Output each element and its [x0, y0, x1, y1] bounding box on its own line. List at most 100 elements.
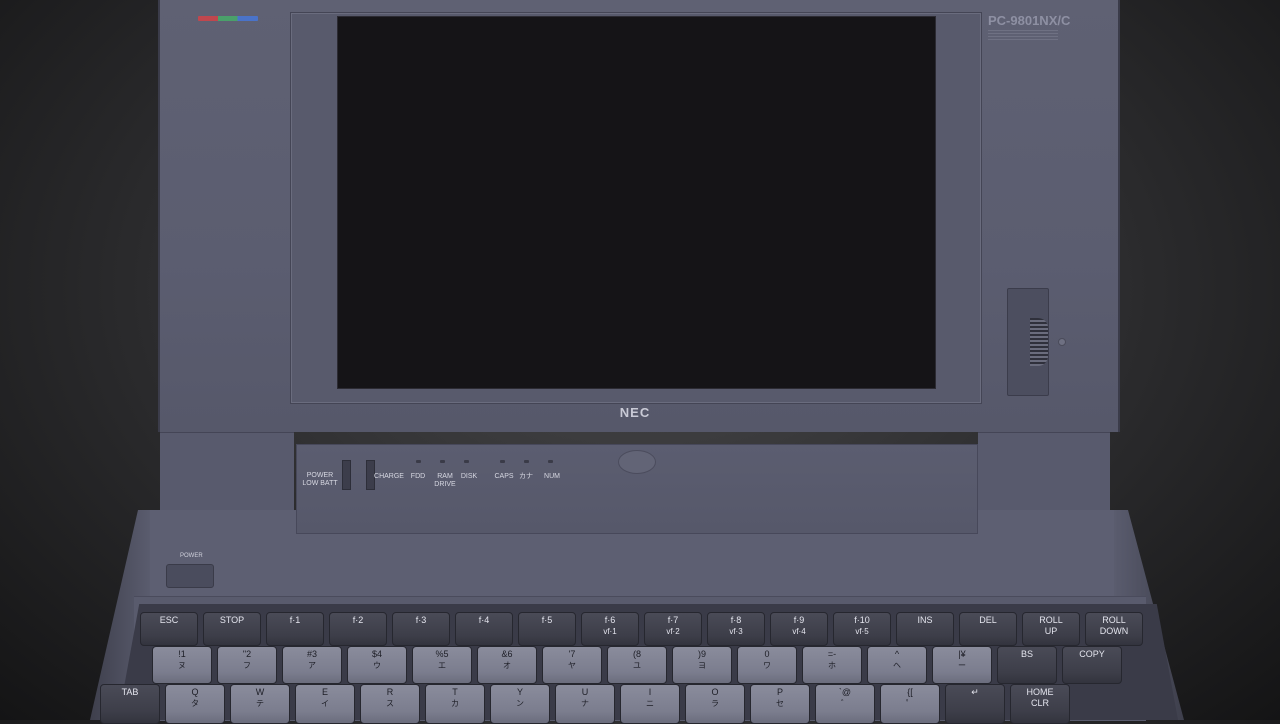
key-label: %5 [435, 649, 449, 659]
key-row_q-8[interactable]: Iニ [620, 684, 680, 724]
key-row_q-10[interactable]: Pセ [750, 684, 810, 724]
key-row_q-9[interactable]: Oラ [685, 684, 745, 724]
power-button[interactable] [166, 564, 214, 588]
key-row_function-9[interactable]: f·8 vf·3 [707, 612, 765, 646]
key-sublabel: ヌ [178, 661, 186, 670]
hinge-left [160, 432, 294, 511]
key-row_number-2[interactable]: #3 ア [282, 646, 342, 684]
key-label: ^ [894, 649, 900, 659]
key-row_function-10[interactable]: f·9 vf·4 [770, 612, 828, 646]
key-row_q-0[interactable]: TAB [100, 684, 160, 724]
key-label: I [648, 687, 652, 697]
key-label: INS [917, 615, 933, 625]
key-label: &6 [501, 649, 513, 659]
key-row_function-11[interactable]: f·10 vf·5 [833, 612, 891, 646]
hinge-right [978, 432, 1110, 511]
indicator-num: NUM [544, 473, 560, 480]
contrast-dial[interactable] [1030, 318, 1048, 366]
switch-1[interactable] [342, 460, 351, 490]
key-row_q-14[interactable]: HOME CLR [1010, 684, 1070, 724]
key-row_number-3[interactable]: $4 ウ [347, 646, 407, 684]
key-row_q-4[interactable]: Rス [360, 684, 420, 724]
key-row_function-1[interactable]: STOP [203, 612, 261, 646]
key-label: "2 [242, 649, 252, 659]
power-button-label: POWER [180, 553, 203, 559]
key-label: f·1 [289, 615, 301, 625]
key-label: =- [827, 649, 837, 659]
key-row_number-11[interactable]: ^ ヘ [867, 646, 927, 684]
key-row_number-5[interactable]: &6 オ [477, 646, 537, 684]
key-row_number-4[interactable]: %5 エ [412, 646, 472, 684]
key-row_function-7[interactable]: f·6 vf·1 [581, 612, 639, 646]
key-row_function-2[interactable]: f·1 [266, 612, 324, 646]
indicator-dot [1058, 338, 1066, 346]
model-fine-print [988, 30, 1058, 40]
key-row_number-12[interactable]: |¥ ー [932, 646, 992, 684]
key-sublabel: フ [243, 661, 251, 670]
key-label: ESC [159, 615, 179, 625]
key-row_function-3[interactable]: f·2 [329, 612, 387, 646]
key-label: DEL [979, 615, 997, 625]
key-sublabel: ヨ [698, 661, 706, 670]
key-row_number-6[interactable]: '7 ヤ [542, 646, 602, 684]
key-row_number-13[interactable]: BS [997, 646, 1057, 684]
key-row_number-14[interactable]: COPY [1062, 646, 1122, 684]
indicator-power-low-batt: POWER LOW BATT [302, 472, 338, 487]
key-sublabel: ウ [373, 661, 381, 670]
key-row_function-6[interactable]: f·5 [518, 612, 576, 646]
key-sublabel: vf·1 [603, 627, 617, 636]
indicator-kana: カナ [519, 473, 533, 480]
key-row_q-3[interactable]: Eイ [295, 684, 355, 724]
key-row_q-6[interactable]: Yン [490, 684, 550, 724]
key-label: f·6 [604, 615, 616, 625]
key-label: W [255, 687, 265, 697]
key-row_number-10[interactable]: =- ホ [802, 646, 862, 684]
key-row_function-12[interactable]: INS [896, 612, 954, 646]
key-row_number-8[interactable]: )9 ヨ [672, 646, 732, 684]
led-fdd [416, 460, 421, 463]
key-row_number-9[interactable]: 0ワ [737, 646, 797, 684]
led-num [548, 460, 553, 463]
key-label: f·3 [415, 615, 427, 625]
key-label: )9 [697, 649, 706, 659]
brand-logo: NEC [619, 405, 651, 420]
key-label: f·8 [730, 615, 742, 625]
model-label: PC-9801NX/C [988, 13, 1106, 43]
key-row_function-15[interactable]: ROLL DOWN [1085, 612, 1143, 646]
key-sublabel: ニ [646, 699, 654, 708]
key-sublabel: ラ [711, 699, 719, 708]
key-sublabel: テ [256, 699, 264, 708]
key-row_function-8[interactable]: f·7 vf·2 [644, 612, 702, 646]
key-row_q-7[interactable]: Uナ [555, 684, 615, 724]
key-label: f·2 [352, 615, 364, 625]
key-row_q-13[interactable]: ↵ [945, 684, 1005, 724]
indicator-ram-drive: RAM DRIVE [434, 473, 456, 488]
key-sublabel: ホ [828, 661, 836, 670]
key-label: f·9 [793, 615, 805, 625]
key-sublabel: ヘ [893, 661, 901, 670]
key-row_number-7[interactable]: (8 ユ [607, 646, 667, 684]
key-row_q-12[interactable]: {[゜ [880, 684, 940, 724]
indicator-fdd: FDD [410, 473, 426, 480]
key-row_q-1[interactable]: Qタ [165, 684, 225, 724]
key-row_number-0[interactable]: !1 ヌ [152, 646, 212, 684]
key-sublabel: オ [503, 661, 511, 670]
lid-latch[interactable] [618, 450, 656, 474]
key-row_number-1[interactable]: "2 フ [217, 646, 277, 684]
key-row_q-11[interactable]: `@ ゛ [815, 684, 875, 724]
key-row_q-2[interactable]: Wテ [230, 684, 290, 724]
key-row_function-13[interactable]: DEL [959, 612, 1017, 646]
key-row_q-5[interactable]: Tカ [425, 684, 485, 724]
key-label: `@ [838, 687, 852, 697]
key-row_function-5[interactable]: f·4 [455, 612, 513, 646]
nec-laptop: PC-9801NX/C NEC POWER LOW BATT CHARGE FD… [0, 0, 1280, 724]
key-label: STOP [219, 615, 245, 625]
key-label: P [776, 687, 783, 697]
key-row_function-4[interactable]: f·3 [392, 612, 450, 646]
key-row_function-0[interactable]: ESC [140, 612, 198, 646]
key-sublabel: タ [191, 699, 199, 708]
key-sublabel: vf·2 [666, 627, 680, 636]
key-sublabel: セ [776, 699, 784, 708]
key-label: R [386, 687, 394, 697]
key-row_function-14[interactable]: ROLL UP [1022, 612, 1080, 646]
